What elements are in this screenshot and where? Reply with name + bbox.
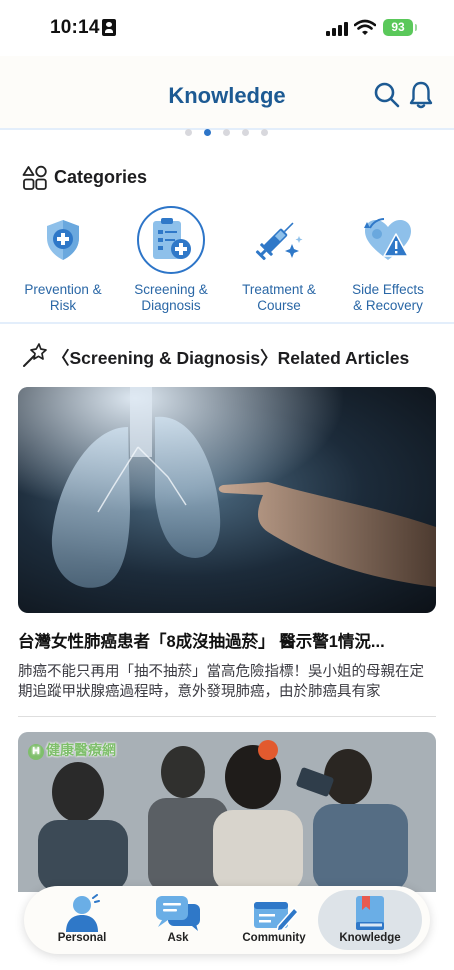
pager-dot[interactable] bbox=[261, 129, 268, 136]
tab-community[interactable]: Community bbox=[222, 890, 326, 950]
tab-knowledge[interactable]: Knowledge bbox=[318, 890, 422, 950]
watermark-text: 健康醫療網 bbox=[46, 742, 116, 758]
app-header: Knowledge bbox=[0, 56, 454, 130]
category-label-line1: Treatment & bbox=[242, 282, 316, 297]
tab-label: Community bbox=[242, 932, 306, 944]
pager-dot[interactable] bbox=[185, 129, 192, 136]
category-label-line1: Prevention & bbox=[24, 282, 102, 297]
pager-dot[interactable] bbox=[223, 129, 230, 136]
category-label-line2: & Recovery bbox=[353, 298, 423, 313]
person-icon bbox=[66, 894, 100, 932]
article-image-lungs[interactable] bbox=[18, 387, 436, 613]
lungs-illustration bbox=[18, 387, 436, 613]
heart-alert-icon bbox=[364, 218, 411, 260]
clipboard-medical-icon bbox=[153, 218, 191, 259]
article-divider bbox=[18, 716, 436, 717]
category-label-line2: Course bbox=[257, 298, 301, 313]
search-icon[interactable] bbox=[374, 82, 400, 108]
categories-title: Categories bbox=[54, 167, 148, 187]
category-label-line1: Screening & bbox=[134, 282, 208, 297]
battery-indicator: 93 bbox=[383, 19, 417, 36]
article-title[interactable]: 台灣女性肺癌患者「8成沒抽過菸」 醫示警1情況... bbox=[18, 628, 436, 652]
book-icon bbox=[356, 896, 384, 930]
pager-dot[interactable] bbox=[242, 129, 249, 136]
tab-label: Knowledge bbox=[339, 932, 401, 944]
categories-icon bbox=[22, 165, 47, 190]
bell-icon[interactable] bbox=[409, 81, 433, 109]
status-bar: 10:14 93 bbox=[0, 0, 454, 56]
category-label-line2: Diagnosis bbox=[141, 298, 201, 313]
tab-personal[interactable]: Personal bbox=[30, 890, 134, 950]
related-articles-title: 〈Screening & Diagnosis〉Related Articles bbox=[52, 348, 410, 368]
syringe-icon bbox=[255, 222, 303, 261]
shield-plus-icon bbox=[47, 220, 79, 260]
category-label-line1: Side Effects bbox=[352, 282, 424, 297]
tab-label: Personal bbox=[57, 932, 107, 944]
chat-bubbles-icon bbox=[156, 896, 200, 931]
article-image-commuters[interactable]: H 健康醫療網 bbox=[18, 732, 436, 892]
article-summary: 肺癌不能只再用「抽不抽菸」當高危險指標！吳小姐的母親在定期追蹤甲狀腺癌過程時，意… bbox=[18, 664, 424, 700]
category-label-line2: Risk bbox=[49, 298, 77, 313]
related-articles-header: 〈Screening & Diagnosis〉Related Articles bbox=[22, 342, 442, 370]
cellular-signal-icon bbox=[326, 22, 348, 36]
id-card-icon bbox=[102, 19, 116, 36]
wifi-icon bbox=[354, 19, 376, 35]
category-row: Prevention & Risk Screening & Diagnosis bbox=[0, 206, 454, 324]
category-selected-ring bbox=[137, 206, 205, 274]
status-time: 10:14 bbox=[50, 17, 100, 38]
pager-dot-active[interactable] bbox=[204, 129, 211, 136]
watermark-logo: H 健康醫療網 bbox=[28, 740, 116, 760]
tab-ask[interactable]: Ask bbox=[126, 890, 230, 950]
tab-label: Ask bbox=[167, 932, 189, 944]
bottom-tab-bar: Personal Ask Community Knowledge bbox=[24, 886, 430, 954]
magic-wand-icon bbox=[23, 343, 47, 367]
community-edit-icon bbox=[254, 902, 298, 932]
